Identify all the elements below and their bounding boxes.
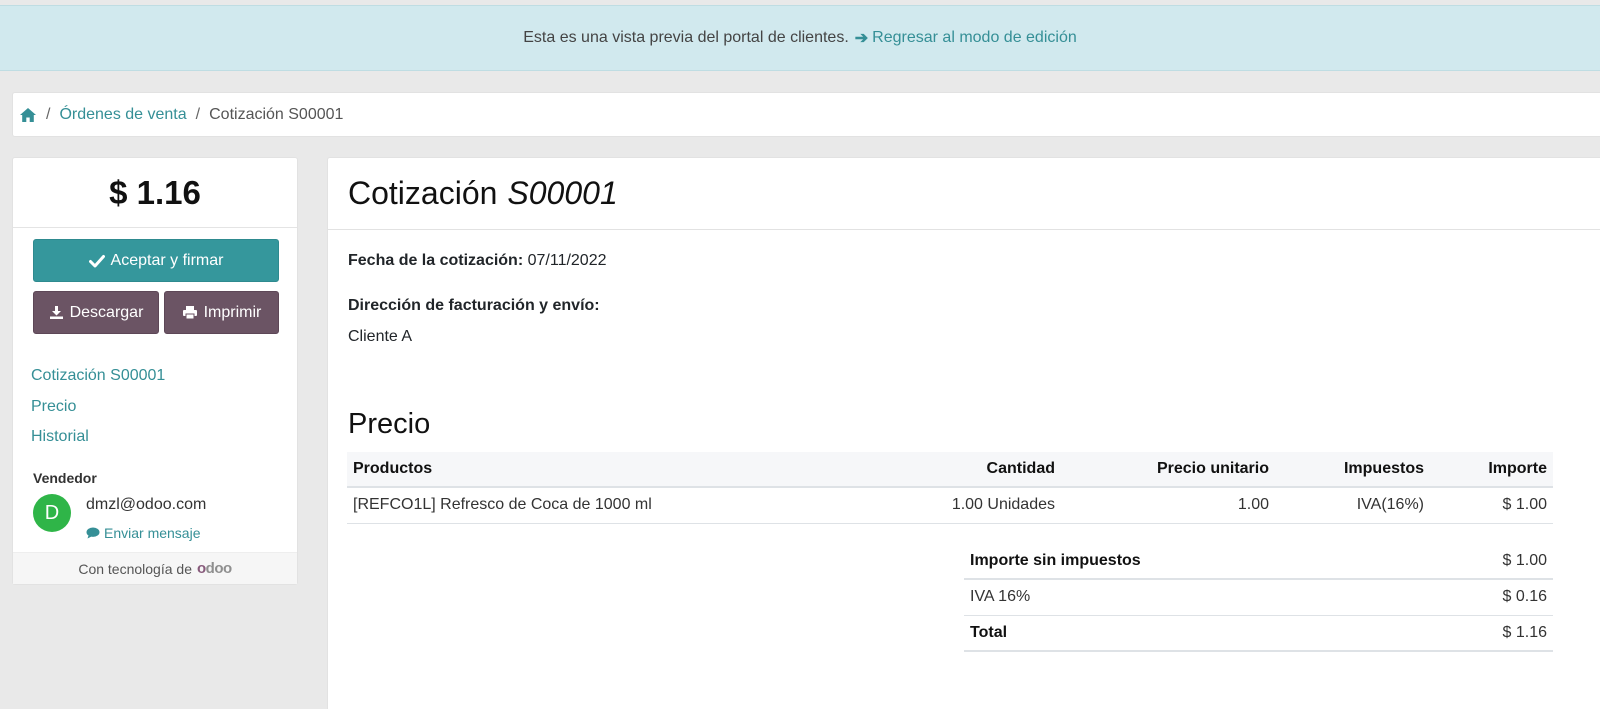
- total-label: Total: [964, 615, 1414, 652]
- send-message-link[interactable]: Enviar mensaje: [86, 525, 201, 541]
- column-header-amount: Importe: [1430, 452, 1553, 488]
- print-label: Imprimir: [203, 303, 262, 321]
- totals-table: Importe sin impuestos $ 1.00 IVA 16% $ 0…: [964, 543, 1553, 652]
- accept-sign-label: Aceptar y firmar: [110, 251, 224, 269]
- sidebar-nav: Cotización S00001 Precio Historial: [31, 361, 165, 453]
- sidebar-link-quotation[interactable]: Cotización S00001: [31, 361, 165, 392]
- price-section-title: Precio: [348, 408, 431, 440]
- check-icon: [88, 254, 105, 267]
- subtotal-value: $ 1.00: [1413, 543, 1553, 580]
- comment-icon: [86, 527, 100, 539]
- quotation-document: Cotización S00001 Fecha de la cotización…: [327, 157, 1600, 709]
- address-value: Cliente A: [348, 328, 413, 345]
- breadcrumb-separator: /: [46, 105, 51, 123]
- download-button[interactable]: Descargar: [33, 291, 159, 334]
- order-lines-table: Productos Cantidad Precio unitario Impue…: [347, 452, 1553, 524]
- breadcrumb-current: Cotización S00001: [209, 105, 344, 123]
- odoo-logo[interactable]: odoo: [197, 560, 232, 577]
- banner-text: Esta es una vista previa del portal de c…: [523, 29, 849, 46]
- powered-by-text: Con tecnología de: [78, 560, 192, 577]
- column-header-quantity: Cantidad: [907, 452, 1061, 488]
- accept-sign-button[interactable]: Aceptar y firmar: [33, 239, 279, 282]
- sidebar: $ 1.16 Aceptar y firmar Descargar Imprim…: [12, 157, 298, 585]
- seller-email: dmzl@odoo.com: [86, 496, 207, 513]
- address-label: Dirección de facturación y envío:: [348, 297, 600, 315]
- amount-cell: $ 1.00: [1430, 487, 1553, 524]
- download-icon: [49, 306, 63, 319]
- column-header-taxes: Impuestos: [1275, 452, 1430, 488]
- unit-price-cell: 1.00: [1061, 487, 1275, 524]
- print-button[interactable]: Imprimir: [164, 291, 279, 334]
- quotation-date-value: 07/11/2022: [527, 252, 607, 269]
- quotation-date-label: Fecha de la cotización:: [348, 252, 524, 269]
- page-title: Cotización S00001: [328, 158, 1600, 230]
- document-reference: S00001: [507, 175, 618, 211]
- subtotal-row: Importe sin impuestos $ 1.00: [964, 543, 1553, 580]
- breadcrumb: / Órdenes de venta / Cotización S00001: [12, 92, 1600, 137]
- preview-banner: Esta es una vista previa del portal de c…: [0, 5, 1600, 71]
- seller-label: Vendedor: [33, 470, 97, 486]
- table-row: [REFCO1L] Refresco de Coca de 1000 ml 1.…: [347, 487, 1553, 524]
- avatar: D: [33, 494, 71, 532]
- subtotal-label: Importe sin impuestos: [964, 543, 1414, 580]
- column-header-unit-price: Precio unitario: [1061, 452, 1275, 488]
- print-icon: [182, 306, 197, 320]
- tax-label: IVA 16%: [964, 579, 1414, 616]
- home-icon[interactable]: [19, 106, 37, 124]
- arrow-right-icon: ➔: [854, 30, 869, 47]
- quantity-cell: 1.00 Unidades: [907, 487, 1061, 524]
- address-label-text: Dirección de facturación y envío:: [348, 297, 600, 314]
- sidebar-link-price[interactable]: Precio: [31, 392, 165, 423]
- tax-row: IVA 16% $ 0.16: [964, 579, 1553, 616]
- column-header-products: Productos: [347, 452, 907, 488]
- send-message-label: Enviar mensaje: [104, 525, 201, 541]
- back-to-edit-link[interactable]: Regresar al modo de edición: [872, 29, 1077, 47]
- total-row: Total $ 1.16: [964, 615, 1553, 652]
- powered-by: Con tecnología de odoo: [13, 552, 297, 584]
- product-cell: [REFCO1L] Refresco de Coca de 1000 ml: [347, 487, 907, 524]
- total-value: $ 1.16: [1413, 615, 1553, 652]
- download-label: Descargar: [69, 303, 144, 321]
- table-header-row: Productos Cantidad Precio unitario Impue…: [347, 452, 1553, 488]
- document-title: Cotización: [348, 175, 498, 211]
- sidebar-link-history[interactable]: Historial: [31, 422, 165, 453]
- tax-value: $ 0.16: [1413, 579, 1553, 616]
- breadcrumb-separator: /: [195, 105, 201, 123]
- sidebar-total: $ 1.16: [13, 158, 297, 228]
- quotation-date-row: Fecha de la cotización: 07/11/2022: [348, 252, 607, 270]
- breadcrumb-sales-orders[interactable]: Órdenes de venta: [59, 106, 186, 124]
- taxes-cell: IVA(16%): [1275, 487, 1430, 524]
